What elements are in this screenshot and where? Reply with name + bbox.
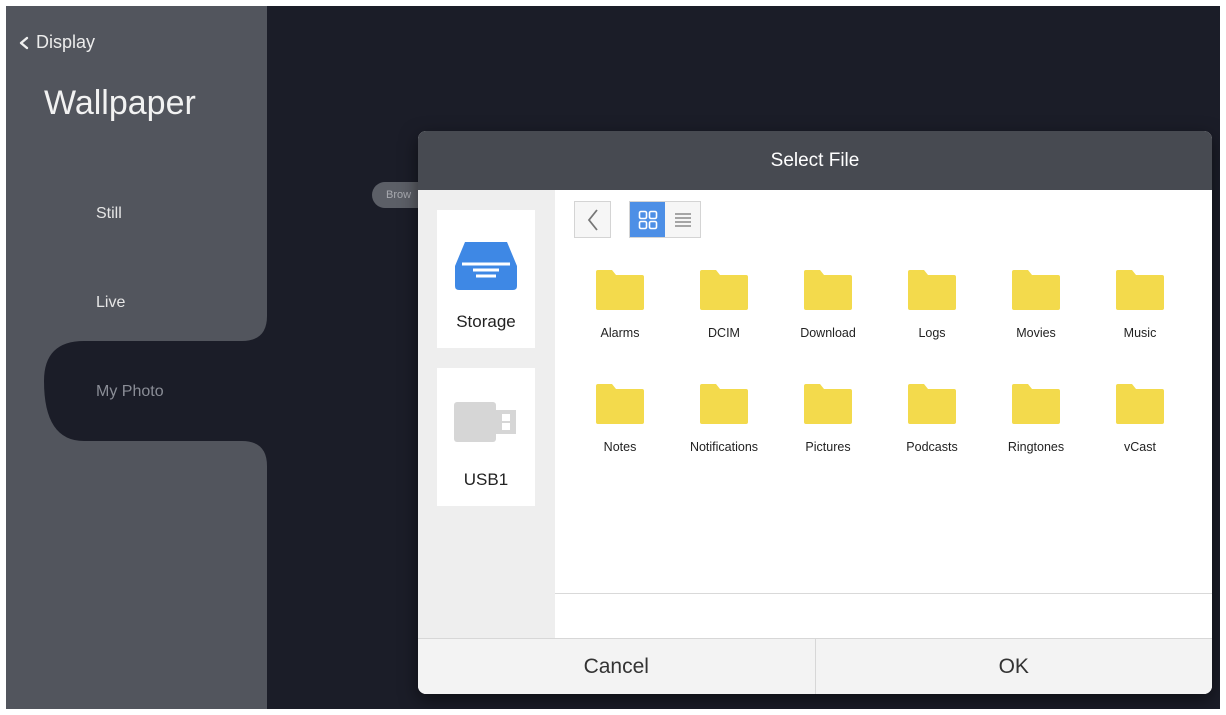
folder-icon — [804, 270, 852, 310]
menu-item-my-photo[interactable]: My Photo — [96, 383, 164, 401]
folder-icon — [596, 384, 644, 424]
folder-item-logs[interactable]: Logs — [880, 270, 984, 360]
folder-icon — [908, 384, 956, 424]
folder-name: Download — [800, 326, 856, 340]
folder-icon — [908, 270, 956, 310]
menu-item-live[interactable]: Live — [96, 294, 125, 312]
folder-item-ringtones[interactable]: Ringtones — [984, 384, 1088, 474]
folder-name: Podcasts — [906, 440, 958, 454]
screen: Display Wallpaper Still Live My Photo Br… — [6, 6, 1220, 709]
folder-icon — [700, 384, 748, 424]
folder-icon — [804, 384, 852, 424]
folder-name: Notifications — [689, 440, 759, 454]
folder-name: Ringtones — [1007, 440, 1065, 454]
folder-icon — [1012, 384, 1060, 424]
page-title: Wallpaper — [44, 84, 196, 122]
usb-drive-icon — [437, 400, 535, 444]
source-storage-label: Storage — [456, 312, 516, 331]
source-storage[interactable]: Storage — [437, 210, 535, 348]
source-usb1[interactable]: USB1 — [437, 368, 535, 506]
sidebar: Display Wallpaper Still Live My Photo — [6, 6, 267, 709]
folder-item-notifications[interactable]: Notifications — [672, 384, 776, 474]
ok-button[interactable]: OK — [814, 639, 1212, 694]
folder-name: Pictures — [805, 440, 851, 454]
folder-item-pictures[interactable]: Pictures — [776, 384, 880, 474]
folder-icon — [1012, 270, 1060, 310]
chevron-left-icon — [19, 36, 29, 49]
menu-item-still[interactable]: Still — [96, 205, 122, 223]
folder-name: Movies — [1016, 326, 1056, 340]
folder-icon — [700, 270, 748, 310]
select-file-dialog: Select File Storage USB1 Alarms DCIM Dow… — [418, 131, 1212, 694]
storage-drive-icon — [437, 240, 535, 292]
file-browser: Alarms DCIM Download Logs Movies Music N… — [555, 190, 1212, 638]
folder-item-movies[interactable]: Movies — [984, 270, 1088, 360]
folder-name: Music — [1123, 326, 1157, 340]
folder-item-vcast[interactable]: vCast — [1088, 384, 1192, 474]
source-list: Storage USB1 — [418, 190, 555, 638]
folder-icon — [1116, 384, 1164, 424]
folder-item-download[interactable]: Download — [776, 270, 880, 360]
dialog-actions: Cancel OK — [418, 638, 1212, 694]
folder-item-alarms[interactable]: Alarms — [568, 270, 672, 360]
folder-item-podcasts[interactable]: Podcasts — [880, 384, 984, 474]
folder-grid: Alarms DCIM Download Logs Movies Music N… — [555, 190, 1212, 580]
folder-name: Logs — [918, 326, 946, 340]
cancel-button[interactable]: Cancel — [418, 639, 815, 694]
folder-name: Alarms — [600, 326, 640, 340]
folder-item-notes[interactable]: Notes — [568, 384, 672, 474]
folder-icon — [596, 270, 644, 310]
path-bar-divider — [555, 593, 1212, 594]
folder-name: DCIM — [708, 326, 740, 340]
folder-name: Notes — [603, 440, 637, 454]
back-label: Display — [36, 32, 96, 52]
back-to-display-link[interactable]: Display — [18, 32, 95, 53]
source-usb1-label: USB1 — [463, 470, 509, 489]
folder-name: vCast — [1124, 440, 1156, 454]
folder-item-music[interactable]: Music — [1088, 270, 1192, 360]
folder-item-dcim[interactable]: DCIM — [672, 270, 776, 360]
folder-icon — [1116, 270, 1164, 310]
dialog-title: Select File — [418, 131, 1212, 190]
